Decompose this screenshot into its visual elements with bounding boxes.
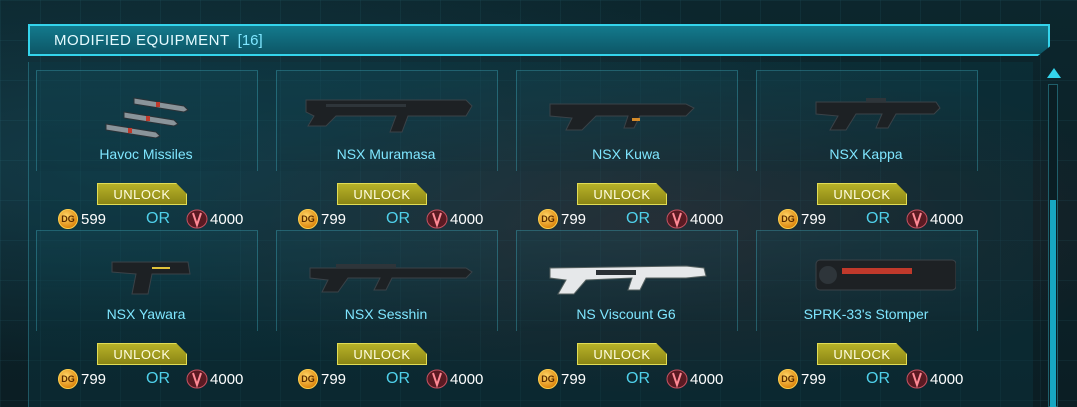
price-cert: 4000 (450, 370, 484, 388)
or-label: OR (626, 210, 651, 227)
scrollbar-thumb[interactable] (1050, 200, 1056, 407)
or-label: OR (146, 210, 171, 227)
price-dg: 599 (81, 210, 107, 228)
equipment-card[interactable]: Havoc Missiles UNLOCK DG 599 OR 4000 (36, 70, 258, 229)
dg-coin-icon: DG (58, 369, 78, 389)
section-title: MODIFIED EQUIPMENT (54, 31, 230, 49)
equipment-card[interactable]: NSX Kuwa UNLOCK DG 799 OR 4000 (516, 70, 738, 229)
price-dg: 799 (801, 210, 827, 228)
item-name: NSX Muramasa (336, 146, 436, 162)
price-row: DG 799 OR 4000 (538, 368, 738, 390)
certification-icon (666, 209, 688, 229)
unlock-button[interactable]: UNLOCK (577, 343, 667, 365)
price-dg: 799 (561, 370, 587, 388)
item-count: [16] (237, 31, 263, 49)
price-dg: 799 (561, 210, 587, 228)
certification-icon (426, 209, 448, 229)
equipment-card[interactable]: NSX Yawara UNLOCK DG 799 OR 4000 (36, 230, 258, 389)
dg-coin-icon: DG (538, 209, 558, 229)
equipment-card[interactable]: SPRK-33's Stomper UNLOCK DG 799 OR 4000 (756, 230, 978, 389)
price-cert: 4000 (690, 210, 724, 228)
scroll-up-arrow-icon[interactable] (1047, 68, 1061, 78)
dg-coin-icon: DG (298, 369, 318, 389)
or-label: OR (146, 370, 171, 387)
nsx-yawara-image (111, 261, 191, 295)
unlock-button[interactable]: UNLOCK (817, 183, 907, 205)
section-header: MODIFIED EQUIPMENT [16] (28, 24, 1050, 56)
price-row: DG 799 OR 4000 (298, 208, 498, 230)
item-name: SPRK-33's Stomper (803, 306, 929, 322)
unlock-button[interactable]: UNLOCK (97, 183, 187, 205)
price-dg: 799 (81, 370, 107, 388)
price-row: DG 799 OR 4000 (778, 208, 978, 230)
item-name: NSX Yawara (106, 306, 186, 322)
equipment-card[interactable]: NSX Sesshin UNLOCK DG 799 OR 4000 (276, 230, 498, 389)
price-cert: 4000 (450, 210, 484, 228)
dg-coin-icon: DG (778, 209, 798, 229)
or-label: OR (866, 370, 891, 387)
price-cert: 4000 (210, 210, 244, 228)
certification-icon (906, 369, 928, 389)
certification-icon (186, 209, 208, 229)
or-label: OR (866, 210, 891, 227)
nsx-sesshin-image (309, 264, 473, 293)
unlock-button[interactable]: UNLOCK (817, 343, 907, 365)
dg-coin-icon: DG (298, 209, 318, 229)
nsx-muramasa-image (305, 99, 473, 133)
price-cert: 4000 (930, 370, 964, 388)
unlock-button[interactable]: UNLOCK (337, 183, 427, 205)
item-name: NSX Kuwa (592, 146, 660, 162)
item-name: NSX Kappa (829, 146, 903, 162)
price-row: DG 799 OR 4000 (778, 368, 978, 390)
sprk-33-stomper-image (815, 259, 956, 291)
or-label: OR (386, 370, 411, 387)
or-label: OR (386, 210, 411, 227)
ns-viscount-g6-image (549, 265, 707, 295)
item-name: Havoc Missiles (99, 146, 193, 162)
nsx-kuwa-image (549, 103, 695, 131)
nsx-kappa-image (815, 98, 941, 131)
price-cert: 4000 (930, 210, 964, 228)
certification-icon (426, 369, 448, 389)
price-cert: 4000 (690, 370, 724, 388)
dg-coin-icon: DG (58, 209, 78, 229)
certification-icon (906, 209, 928, 229)
unlock-button[interactable]: UNLOCK (337, 343, 427, 365)
price-row: DG 799 OR 4000 (298, 368, 498, 390)
price-row: DG 599 OR 4000 (58, 208, 258, 230)
certification-icon (666, 369, 688, 389)
item-name: NS Viscount G6 (576, 306, 676, 322)
price-row: DG 799 OR 4000 (538, 208, 738, 230)
unlock-button[interactable]: UNLOCK (577, 183, 667, 205)
price-cert: 4000 (210, 370, 244, 388)
dg-coin-icon: DG (778, 369, 798, 389)
unlock-button[interactable]: UNLOCK (97, 343, 187, 365)
price-dg: 799 (321, 210, 347, 228)
item-name: NSX Sesshin (344, 306, 428, 322)
price-dg: 799 (321, 370, 347, 388)
equipment-card[interactable]: NSX Muramasa UNLOCK DG 799 OR 4000 (276, 70, 498, 229)
equipment-card[interactable]: NSX Kappa UNLOCK DG 799 OR 4000 (756, 70, 978, 229)
dg-coin-icon: DG (538, 369, 558, 389)
price-dg: 799 (801, 370, 827, 388)
or-label: OR (626, 370, 651, 387)
price-row: DG 799 OR 4000 (58, 368, 258, 390)
certification-icon (186, 369, 208, 389)
havoc-missiles-image (105, 97, 189, 138)
equipment-card[interactable]: NS Viscount G6 UNLOCK DG 799 OR 4000 (516, 230, 738, 389)
